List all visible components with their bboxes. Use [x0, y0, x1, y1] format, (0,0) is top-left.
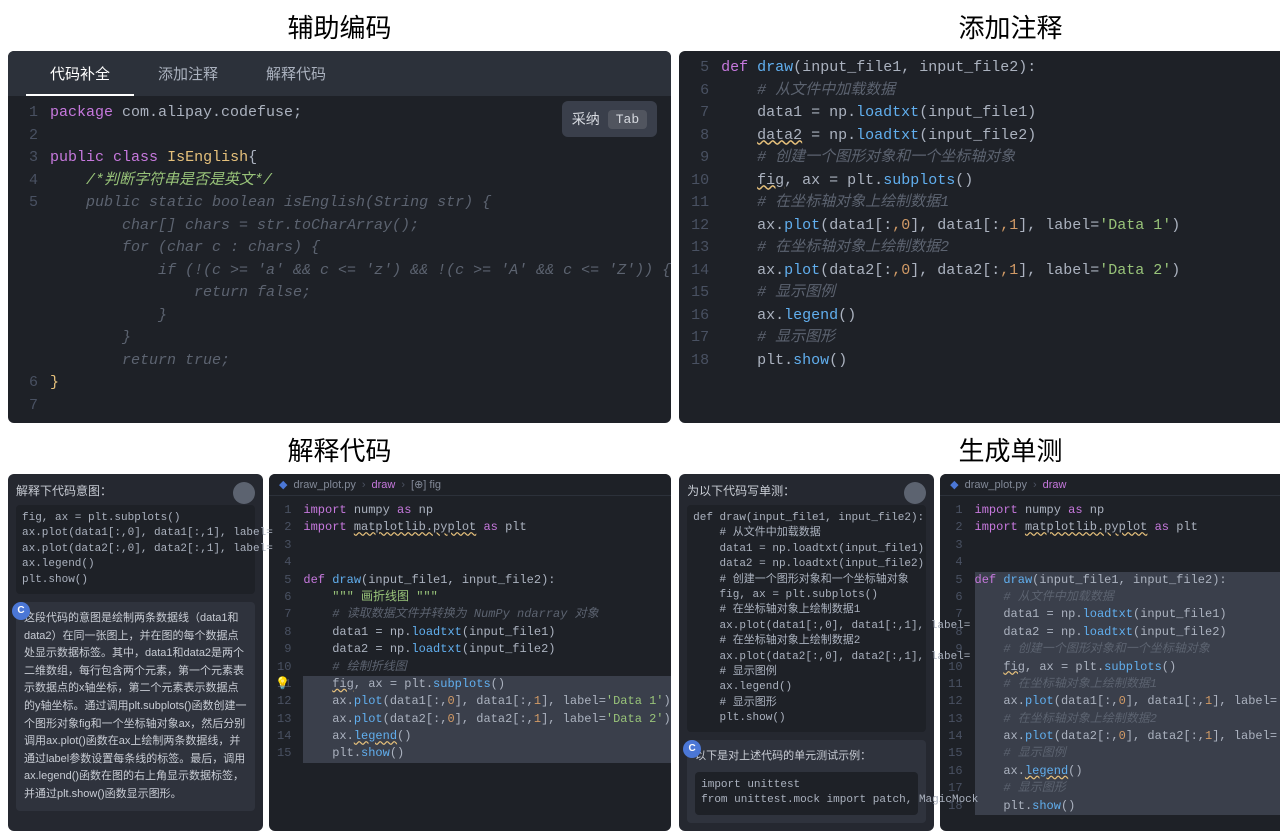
editor-tr: 56789101112131415161718 def draw(input_f…	[679, 51, 1280, 423]
chat-answer-code-br: import unittest from unittest.mock impor…	[695, 772, 918, 815]
breadcrumb-br[interactable]: ◆ draw_plot.py› draw	[940, 474, 1280, 496]
chat-prompt-header-br: 为以下代码写单测：	[687, 482, 926, 499]
breadcrumb-bl[interactable]: ◆ draw_plot.py› draw› [⊕] fig	[269, 474, 671, 496]
file-icon: ◆	[279, 478, 287, 491]
pane-title-tl: 辅助编码	[8, 8, 671, 45]
chat-col-bl: 解释下代码意图： fig, ax = plt.subplots() ax.plo…	[8, 474, 263, 831]
code-block-tr[interactable]: 56789101112131415161718 def draw(input_f…	[679, 51, 1280, 378]
tab-add-comment[interactable]: 添加注释	[134, 51, 242, 96]
tab-explain[interactable]: 解释代码	[242, 51, 350, 96]
chat-answer-header-br: 以下是对上述代码的单元测试示例：	[695, 748, 918, 766]
accept-button[interactable]: 采纳 Tab	[562, 101, 657, 137]
file-icon: ◆	[950, 478, 958, 491]
avatar-icon	[904, 482, 926, 504]
pane-title-tr: 添加注释	[679, 8, 1280, 45]
tab-completion[interactable]: 代码补全	[26, 51, 134, 96]
avatar-icon	[233, 482, 255, 504]
chat-col-br: 为以下代码写单测： def draw(input_file1, input_fi…	[679, 474, 934, 831]
editor-bl: ◆ draw_plot.py› draw› [⊕] fig 1234567891…	[269, 474, 671, 831]
chat-prompt-header-bl: 解释下代码意图：	[16, 482, 255, 499]
pane-title-br: 生成单测	[679, 431, 1280, 468]
crumb-sym2[interactable]: [⊕] fig	[411, 478, 441, 491]
crumb-file[interactable]: draw_plot.py	[965, 479, 1027, 491]
chat-user-code-br: def draw(input_file1, input_file2): # 从文…	[687, 505, 926, 732]
code-block-tl[interactable]: 12345 67 package com.alipay.codefuse; pu…	[8, 96, 671, 423]
accept-label: 采纳	[572, 109, 600, 129]
bot-icon: C	[12, 602, 30, 620]
crumb-sym1[interactable]: draw	[1043, 479, 1067, 491]
crumb-file[interactable]: draw_plot.py	[293, 479, 355, 491]
editor-tl: 代码补全 添加注释 解释代码 采纳 Tab 12345 67 package c…	[8, 51, 671, 423]
pane-title-bl: 解释代码	[8, 431, 671, 468]
editor-br: ◆ draw_plot.py› draw 1234567891011121314…	[940, 474, 1280, 831]
accept-key: Tab	[608, 110, 647, 129]
crumb-sym1[interactable]: draw	[372, 479, 396, 491]
tabs-bar: 代码补全 添加注释 解释代码	[8, 51, 671, 96]
code-block-bl[interactable]: 123456789101112131415 import numpy as np…	[269, 496, 671, 769]
code-block-br[interactable]: 123456789101112131415161718 import numpy…	[940, 496, 1280, 821]
chat-user-code-bl: fig, ax = plt.subplots() ax.plot(data1[:…	[16, 505, 255, 594]
chat-answer-bl: C 这段代码的意图是绘制两条数据线（data1和data2）在同一张图上，并在图…	[16, 602, 255, 812]
chat-answer-br: C 以下是对上述代码的单元测试示例： import unittest from …	[687, 740, 926, 822]
